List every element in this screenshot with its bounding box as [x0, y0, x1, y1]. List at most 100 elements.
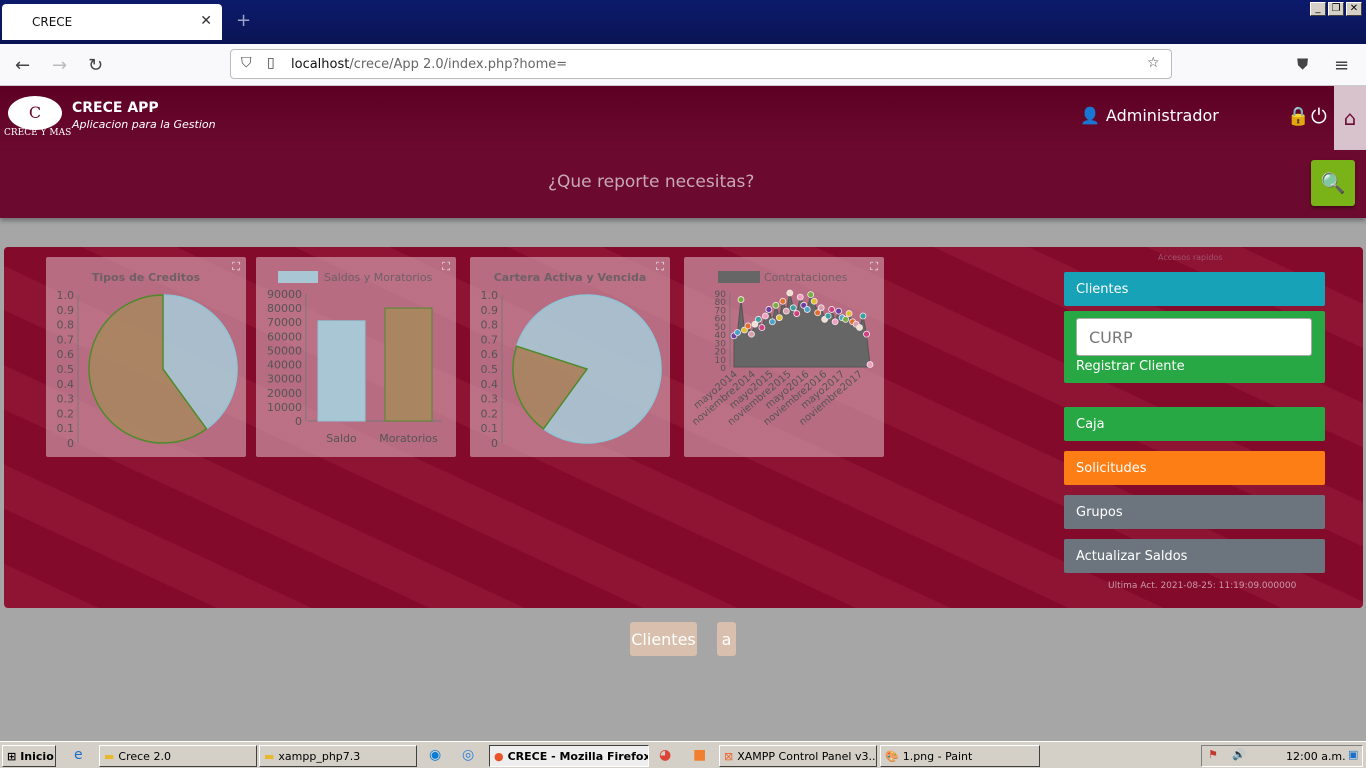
- x-tick-label: Moratorios: [379, 432, 438, 445]
- data-point: [761, 312, 769, 320]
- app-subtitle: Aplicacion para la Gestion: [72, 118, 216, 131]
- grupos-button[interactable]: Grupos: [1064, 495, 1325, 529]
- area-chart-contrataciones: Contrataciones9080706050403020100mayo201…: [690, 271, 874, 428]
- page-info-icon[interactable]: ▯: [267, 55, 275, 71]
- windows-flag-icon: ⊞: [7, 749, 17, 763]
- lock-icon[interactable]: 🔒: [1287, 106, 1309, 127]
- back-arrow-icon[interactable]: ←: [15, 55, 30, 76]
- report-search-bar: ¿Que reporte necesitas? 🔍: [0, 150, 1366, 218]
- tab-title: CRECE: [32, 15, 73, 29]
- taskbar-crece-folder[interactable]: ▬ Crece 2.0: [99, 745, 257, 767]
- y-tick-label: 80000: [267, 302, 302, 315]
- y-tick-label: 0.6: [57, 348, 75, 361]
- y-tick-label: 0.5: [57, 363, 75, 376]
- data-point: [807, 291, 815, 299]
- data-point: [810, 297, 818, 305]
- ie-icon[interactable]: e: [74, 747, 83, 763]
- taskbar-xampp-folder[interactable]: ▬ xampp_php7.3: [259, 745, 417, 767]
- legend-label: Saldos y Moratorios: [324, 271, 433, 284]
- curp-input[interactable]: CURP: [1076, 318, 1312, 356]
- data-point: [796, 293, 804, 301]
- data-point: [866, 361, 874, 368]
- url-host: localhost: [291, 56, 350, 72]
- chart-card-saldos: ⛶ Saldos y Moratorios 90000 80000 70000 6000…: [256, 257, 456, 457]
- home-button[interactable]: ⌂: [1334, 86, 1366, 150]
- last-update-text: Ultima Act. 2021-08-25: 11:19:09.000000: [1108, 581, 1297, 591]
- data-point: [734, 329, 741, 336]
- search-button[interactable]: 🔍: [1311, 160, 1355, 206]
- data-point: [758, 324, 766, 331]
- folder-icon: ▬: [104, 749, 115, 763]
- user-menu[interactable]: 👤 Administrador: [1080, 106, 1219, 125]
- y-tick-label: 90000: [267, 288, 302, 301]
- data-point: [842, 315, 849, 323]
- user-name: Administrador: [1105, 106, 1219, 125]
- network-icon[interactable]: ▣: [1348, 748, 1358, 761]
- clock[interactable]: 12:00 a.m.: [1286, 750, 1346, 763]
- menu-icon[interactable]: ≡: [1334, 55, 1349, 76]
- browser-nav-bar: ← → ↻ ⛉ ▯ localhost/crece/App 2.0/index.…: [0, 44, 1366, 86]
- url-bar[interactable]: ⛉ ▯ localhost/crece/App 2.0/index.php?ho…: [230, 49, 1172, 79]
- new-tab-icon[interactable]: +: [236, 10, 251, 31]
- sublime-icon[interactable]: ■: [693, 747, 706, 763]
- start-button[interactable]: ⊞ Inicio: [2, 745, 56, 767]
- taskbar-paint[interactable]: 🎨 1.png - Paint: [880, 745, 1040, 767]
- data-point: [835, 307, 843, 315]
- bookmark-star-icon[interactable]: ☆: [1147, 55, 1160, 71]
- search-icon: 🔍: [1320, 171, 1346, 195]
- taskbar-xampp-panel[interactable]: ⊠ XAMPP Control Panel v3....: [719, 745, 877, 767]
- app-header: C CRECE Y MAS CRECE APP Aplicacion para …: [0, 86, 1366, 150]
- data-point: [768, 318, 776, 326]
- data-point: [772, 301, 780, 309]
- data-point: [786, 289, 794, 297]
- dashboard-panel: ⛶ Tipos de Creditos 1.0 0.9 0.8 0.7 0.6 0.5 0.…: [4, 247, 1363, 608]
- user-icon: 👤: [1080, 106, 1100, 125]
- browser-tab[interactable]: CRECE ✕: [2, 4, 222, 40]
- volume-icon[interactable]: 🔊: [1232, 748, 1246, 761]
- taskbar-label: 1.png - Paint: [902, 749, 973, 763]
- app-title: CRECE APP: [72, 100, 159, 116]
- solicitudes-button[interactable]: Solicitudes: [1064, 451, 1325, 485]
- forward-arrow-icon[interactable]: →: [52, 55, 67, 76]
- y-tick-label: 0.3: [481, 393, 499, 406]
- report-search-input[interactable]: ¿Que reporte necesitas?: [548, 172, 754, 192]
- clientes-button[interactable]: Clientes: [1064, 272, 1325, 306]
- window-controls: _ ❐ ✕: [1310, 2, 1362, 16]
- close-tab-icon[interactable]: ✕: [200, 13, 212, 29]
- taskbar-firefox[interactable]: ● CRECE - Mozilla Firefox: [489, 745, 649, 767]
- y-tick-label: 0.1: [481, 422, 499, 435]
- data-point: [779, 297, 787, 305]
- restore-icon[interactable]: ❐: [1328, 2, 1344, 16]
- reload-icon[interactable]: ↻: [88, 55, 103, 76]
- minimize-icon[interactable]: _: [1310, 2, 1326, 16]
- register-client-box: CURP Registrar Cliente: [1064, 311, 1325, 383]
- x-tick-label: Saldo: [326, 432, 357, 445]
- data-point: [817, 304, 825, 312]
- window-close-icon[interactable]: ✕: [1346, 2, 1362, 16]
- tray-app-icon[interactable]: ⚑: [1208, 748, 1218, 761]
- shield-icon[interactable]: ⛉: [241, 55, 252, 71]
- data-point: [831, 318, 839, 326]
- caja-button[interactable]: Caja: [1064, 407, 1325, 441]
- taskbar-label: Crece 2.0: [118, 749, 171, 763]
- clientes-pill[interactable]: Clientes: [630, 622, 697, 656]
- edge-icon[interactable]: ◉: [429, 747, 441, 763]
- data-point: [765, 306, 773, 313]
- legend-label: Contrataciones: [764, 271, 848, 284]
- y-tick-label: 0.1: [57, 422, 75, 435]
- pie-chart-tipos-creditos: 1.0 0.9 0.80.7 0.6 0.5 0.4 0.30.2 0.1 0: [57, 289, 238, 450]
- chart-card-contrataciones: ⛶ Contrataciones 90 80 70 60 50 40 30 20 10 0 mayo2…: [684, 257, 884, 457]
- system-tray: ⚑ 🔊 12:00 a.m. ▣: [1201, 745, 1363, 767]
- start-label: Inicio: [20, 749, 54, 763]
- a-pill[interactable]: a: [717, 622, 736, 656]
- y-tick-label: 0: [491, 437, 498, 450]
- actualizar-saldos-button[interactable]: Actualizar Saldos: [1064, 539, 1325, 573]
- chrome-icon[interactable]: ◕: [659, 747, 671, 763]
- firefox-dev-icon[interactable]: ◎: [462, 747, 474, 763]
- power-icon[interactable]: ⏻: [1311, 104, 1327, 128]
- pocket-icon[interactable]: ⛊: [1297, 55, 1308, 73]
- browser-tab-bar: CRECE ✕ + _ ❐ ✕: [0, 0, 1366, 44]
- logo-text: C: [28, 103, 42, 122]
- paint-icon: 🎨: [885, 749, 899, 763]
- registrar-cliente-link[interactable]: Registrar Cliente: [1076, 359, 1185, 374]
